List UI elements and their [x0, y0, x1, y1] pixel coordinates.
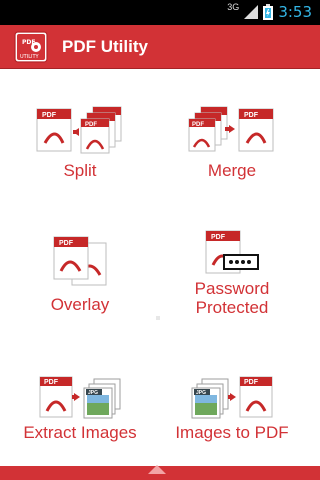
- app-title: PDF Utility: [62, 37, 148, 56]
- tile-merge-label: Merge: [207, 161, 257, 180]
- tile-merge[interactable]: PDF PDF Merge: [152, 105, 312, 180]
- overlay-icon: PDF: [53, 236, 107, 286]
- tile-extract-images-label: Extract Images: [23, 423, 137, 442]
- signal-icon: [244, 5, 259, 19]
- status-icons: 3G 3:53: [227, 2, 312, 21]
- svg-text:PDF: PDF: [211, 234, 226, 241]
- pdf-doc-icon: PDF: [238, 108, 274, 152]
- tile-overlay[interactable]: PDF Overlay: [0, 235, 160, 314]
- logo-text-bottom: UTILITY: [20, 54, 40, 60]
- pdf-stack-icon: PDF: [188, 106, 228, 152]
- svg-text:PDF: PDF: [244, 112, 259, 119]
- tile-password-label-line1: Password: [194, 279, 270, 298]
- svg-text:PDF: PDF: [85, 122, 97, 128]
- tile-images-to-pdf-label: Images to PDF: [175, 423, 289, 442]
- svg-text:PDF: PDF: [59, 240, 74, 247]
- svg-text:PDF: PDF: [44, 379, 59, 386]
- pdf-doc-icon: PDF: [36, 108, 72, 152]
- app-bar: PDF UTILITY PDF Utility: [0, 25, 320, 69]
- images-to-pdf-icon: JPG PDF: [191, 376, 273, 419]
- svg-text:JPG: JPG: [196, 390, 206, 396]
- network-type: 3G: [227, 2, 240, 12]
- svg-text:PDF: PDF: [244, 379, 259, 386]
- tile-overlay-label: Overlay: [50, 295, 110, 314]
- svg-text:PDF: PDF: [42, 112, 57, 119]
- divider-dot: [156, 316, 160, 320]
- split-icon: PDF PDF: [36, 106, 122, 154]
- menu-grid: PDF PDF Split PDF PDF Merge PDF Overlay …: [0, 69, 320, 480]
- status-bar: 3G 3:53: [0, 0, 320, 25]
- tile-password-protected[interactable]: PDF Password Protected: [152, 229, 312, 317]
- svg-text:JPG: JPG: [88, 390, 98, 396]
- tile-split[interactable]: PDF PDF Split: [0, 105, 160, 180]
- password-icon: PDF: [205, 230, 259, 274]
- pdf-stack-icon: PDF: [80, 106, 122, 154]
- expand-handle-icon[interactable]: [148, 465, 166, 474]
- battery-icon: [263, 4, 274, 20]
- extract-images-icon: PDF JPG: [39, 376, 121, 419]
- merge-icon: PDF PDF: [188, 106, 274, 152]
- arrow-icon: [229, 125, 235, 133]
- tile-images-to-pdf[interactable]: JPG PDF Images to PDF: [152, 375, 312, 442]
- tile-password-label-line2: Protected: [195, 298, 269, 317]
- app-logo-icon[interactable]: PDF UTILITY: [14, 31, 48, 63]
- svg-text:PDF: PDF: [192, 122, 204, 128]
- tile-split-label: Split: [63, 161, 97, 180]
- clock: 3:53: [278, 3, 312, 21]
- tile-extract-images[interactable]: PDF JPG Extract Images: [0, 375, 160, 442]
